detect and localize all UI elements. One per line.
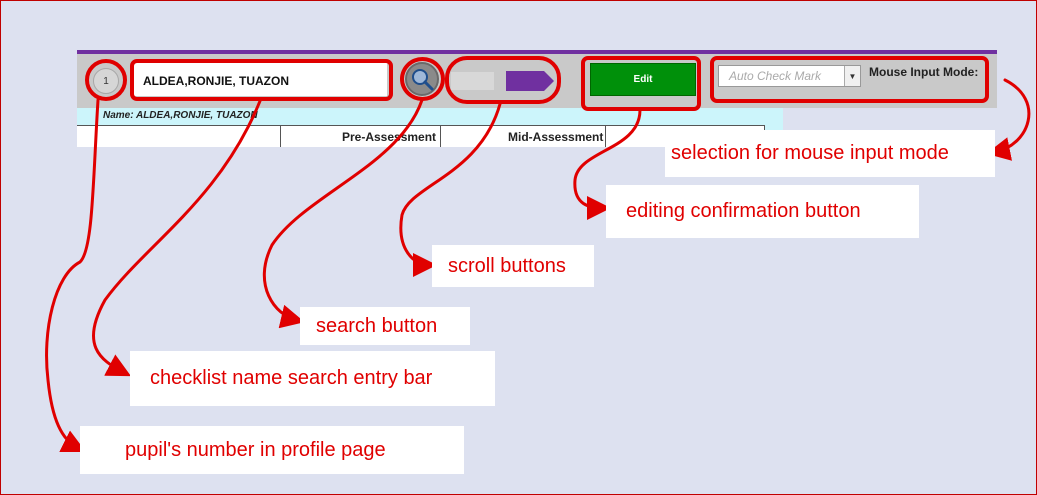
search-icon (412, 69, 434, 91)
callout-scroll-buttons: scroll buttons (432, 245, 594, 287)
mouse-input-mode-select[interactable]: Auto Check Mark ▼ (718, 65, 861, 87)
column-divider (605, 126, 606, 147)
edit-button[interactable]: Edit (590, 63, 696, 96)
callout-edit-button: editing confirmation button (606, 185, 919, 238)
mouse-input-mode-value: Auto Check Mark (729, 69, 822, 83)
scroll-right-button[interactable] (506, 71, 554, 91)
pupil-name-label: Name: ALDEA,RONJIE, TUAZON (103, 110, 258, 121)
column-header-mid-assessment: Mid-Assessment (508, 130, 604, 144)
scroll-right-arrow-icon (506, 71, 554, 91)
callout-search-entry: checklist name search entry bar (130, 351, 495, 406)
chevron-down-icon[interactable]: ▼ (844, 66, 860, 86)
scroll-left-button[interactable] (451, 72, 494, 90)
column-divider (440, 126, 441, 147)
checklist-name-search-input[interactable]: ALDEA,RONJIE, TUAZON (133, 63, 387, 96)
callout-search-button: search button (300, 307, 470, 345)
callout-pupil-number: pupil's number in profile page (80, 426, 464, 474)
mouse-input-mode-label: Mouse Input Mode: (869, 65, 979, 79)
search-button[interactable] (405, 62, 439, 96)
pupil-number-indicator: 1 (93, 68, 119, 94)
callout-mouse-input-mode: selection for mouse input mode (665, 130, 995, 177)
assessment-header-row: Pre-Assessment Mid-Assessment (77, 125, 765, 147)
column-divider (280, 126, 281, 147)
column-header-pre-assessment: Pre-Assessment (342, 130, 437, 144)
